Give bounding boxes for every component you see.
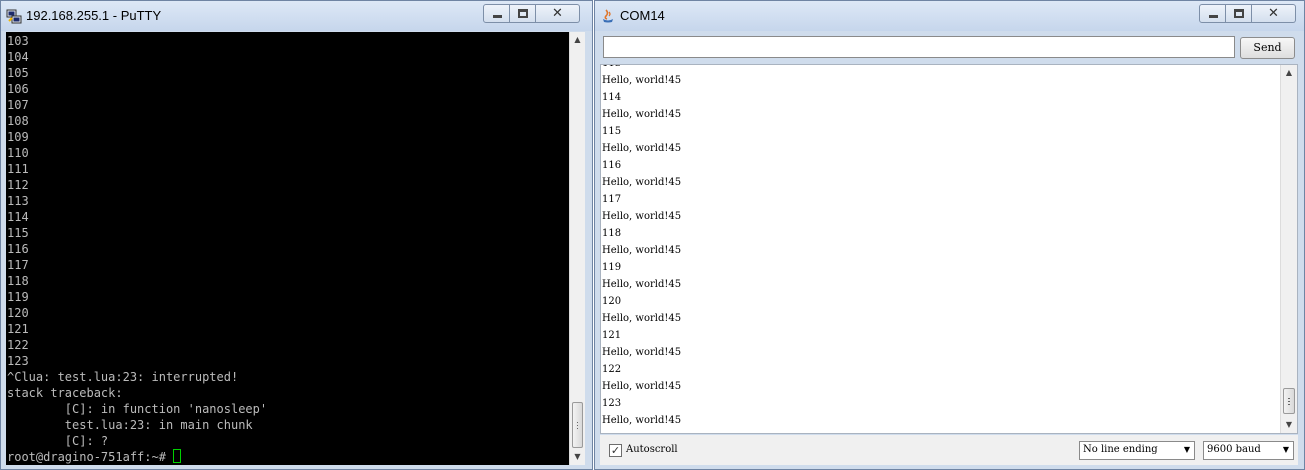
terminal-line: 114 xyxy=(7,210,29,224)
terminal-line: 117 xyxy=(7,258,29,272)
terminal-line: [C]: ? xyxy=(64,434,109,448)
serial-output-line: 120 xyxy=(602,296,622,307)
com14-window-title: COM14 xyxy=(620,8,665,23)
serial-output-line: 113 xyxy=(602,65,681,72)
serial-output-line: 123 xyxy=(602,398,622,409)
terminal-line: 116 xyxy=(7,242,29,256)
java-app-icon xyxy=(603,9,613,23)
serial-output-line: Hello, world!45 xyxy=(602,415,682,426)
close-icon: ✕ xyxy=(552,6,563,21)
terminal-cursor xyxy=(173,449,182,463)
serial-output-line: 121 xyxy=(602,330,622,341)
serial-output-line: Hello, world!45 xyxy=(602,245,682,256)
putty-minimize-button[interactable] xyxy=(483,4,510,23)
chevron-down-icon: ▼ xyxy=(1183,445,1190,454)
com14-titlebar[interactable]: COM14 ✕ xyxy=(595,1,1304,31)
putty-maximize-button[interactable] xyxy=(510,4,536,23)
baud-rate-value: 9600 baud xyxy=(1207,444,1261,455)
maximize-icon xyxy=(1234,9,1244,18)
baud-rate-select[interactable]: 9600 baud ▼ xyxy=(1203,441,1294,460)
autoscroll-checkbox[interactable]: ✓ xyxy=(609,444,622,457)
serial-output-line: Hello, world!45 xyxy=(602,313,682,324)
terminal-line: 113 xyxy=(7,194,29,208)
serial-output-line: 114 xyxy=(602,92,622,103)
serial-output-line: Hello, world!45 xyxy=(602,143,682,154)
terminal-line: stack traceback: xyxy=(7,386,123,400)
putty-close-button[interactable]: ✕ xyxy=(536,4,580,23)
maximize-icon xyxy=(518,9,528,18)
terminal-line: 115 xyxy=(7,226,29,240)
putty-app-icon xyxy=(6,9,22,24)
serial-output-line: Hello, world!45 xyxy=(602,211,682,222)
com14-minimize-button[interactable] xyxy=(1199,4,1226,23)
terminal-line: 119 xyxy=(7,290,29,304)
scroll-down-arrow-icon[interactable]: ▼ xyxy=(1281,417,1297,433)
autoscroll-label: Autoscroll xyxy=(626,444,678,455)
serial-output-line: 115 xyxy=(602,126,622,137)
terminal-line: 111 xyxy=(7,162,29,176)
terminal-output: 103 104 105 106 107 108 109 110 111 112 … xyxy=(6,32,569,465)
putty-window: 192.168.255.1 - PuTTY ✕ 103 104 105 106 … xyxy=(0,0,593,470)
close-icon: ✕ xyxy=(1268,6,1279,21)
serial-output-line: 116 xyxy=(602,160,622,171)
grip-icon xyxy=(1288,398,1290,405)
serial-output-line: 119 xyxy=(602,262,622,273)
putty-terminal[interactable]: 103 104 105 106 107 108 109 110 111 112 … xyxy=(6,32,569,465)
terminal-line: 106 xyxy=(7,82,29,96)
chevron-down-icon: ▼ xyxy=(1282,445,1289,454)
serial-output-line: 117 xyxy=(602,194,622,205)
scroll-down-arrow-icon[interactable]: ▼ xyxy=(570,449,585,465)
serial-output-scrollbar[interactable]: ▲ ▼ xyxy=(1280,65,1297,433)
terminal-line: 104 xyxy=(7,50,29,64)
com14-window-controls: ✕ xyxy=(1199,4,1296,23)
serial-output-line: 118 xyxy=(602,228,622,239)
terminal-line: 109 xyxy=(7,130,29,144)
terminal-line: 120 xyxy=(7,306,29,320)
terminal-lines: 103 104 105 106 107 108 109 110 111 112 … xyxy=(7,34,267,448)
putty-scrollbar[interactable]: ▲ ▼ xyxy=(569,32,585,465)
terminal-line: 110 xyxy=(7,146,29,160)
putty-window-controls: ✕ xyxy=(483,4,580,23)
terminal-line: 121 xyxy=(7,322,29,336)
serial-output-line: Hello, world!45 xyxy=(602,279,682,290)
terminal-prompt: root@dragino-751aff:~# xyxy=(7,450,174,464)
terminal-line: 118 xyxy=(7,274,29,288)
terminal-line: test.lua:23: in main chunk xyxy=(64,418,253,432)
grip-icon xyxy=(577,422,578,429)
minimize-icon xyxy=(493,15,502,18)
serial-output-lines: 113 Hello, world!45 114 Hello, world!45 115 H… xyxy=(602,65,682,429)
com14-close-button[interactable]: ✕ xyxy=(1252,4,1296,23)
terminal-line: 112 xyxy=(7,178,29,192)
putty-scroll-thumb[interactable] xyxy=(572,402,583,448)
line-ending-value: No line ending xyxy=(1083,444,1158,455)
scroll-up-arrow-icon[interactable]: ▲ xyxy=(1281,65,1297,81)
putty-titlebar[interactable]: 192.168.255.1 - PuTTY ✕ xyxy=(1,1,592,31)
scroll-up-arrow-icon[interactable]: ▲ xyxy=(570,32,585,48)
line-ending-select[interactable]: No line ending ▼ xyxy=(1079,441,1195,460)
com14-maximize-button[interactable] xyxy=(1226,4,1252,23)
terminal-line: [C]: in function 'nanosleep' xyxy=(64,402,268,416)
serial-output-line: 122 xyxy=(602,364,622,375)
serial-output[interactable]: 113 Hello, world!45 114 Hello, world!45 115 H… xyxy=(600,64,1298,434)
serial-output-line: Hello, world!45 xyxy=(602,347,682,358)
serial-output-line: Hello, world!45 xyxy=(602,75,682,86)
terminal-line: 107 xyxy=(7,98,29,112)
terminal-line: 122 xyxy=(7,338,29,352)
serial-output-line: Hello, world!45 xyxy=(602,381,682,392)
putty-window-title: 192.168.255.1 - PuTTY xyxy=(26,8,162,23)
send-button[interactable]: Send xyxy=(1240,37,1295,59)
minimize-icon xyxy=(1209,15,1218,18)
terminal-line: ^Clua: test.lua:23: interrupted! xyxy=(7,370,239,384)
terminal-line: 105 xyxy=(7,66,29,80)
terminal-line: 123 xyxy=(7,354,29,368)
serial-scroll-thumb[interactable] xyxy=(1283,388,1295,414)
serial-send-input[interactable] xyxy=(603,36,1235,58)
terminal-line: 108 xyxy=(7,114,29,128)
com14-window: COM14 ✕ Send 113 Hello, world!45 114 Hello,… xyxy=(594,0,1305,470)
serial-output-line: Hello, world!45 xyxy=(602,109,682,120)
serial-monitor-footer: ✓ Autoscroll No line ending ▼ 9600 baud … xyxy=(600,435,1298,465)
terminal-line: 103 xyxy=(7,34,29,48)
serial-output-line: Hello, world!45 xyxy=(602,177,682,188)
